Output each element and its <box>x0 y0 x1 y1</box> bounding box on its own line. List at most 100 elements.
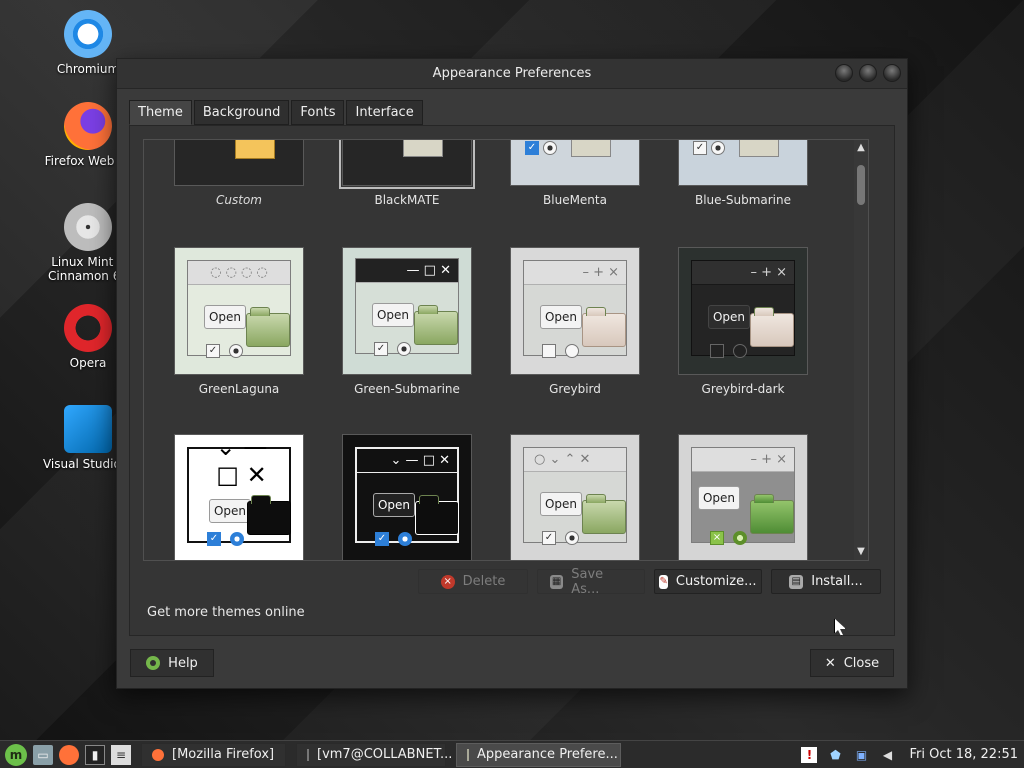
theme-name: Custom <box>216 193 262 207</box>
radio-icon <box>230 532 244 546</box>
theme-thumbnail <box>339 140 475 189</box>
theme-thumbnail: ✓ <box>678 140 808 186</box>
close-button[interactable]: ✕ Close <box>810 649 894 677</box>
install-button[interactable]: ▤ Install... <box>771 569 881 594</box>
scroll-up-icon[interactable]: ▲ <box>856 143 866 153</box>
theme-blackmate[interactable]: BlackMATE <box>339 140 475 207</box>
delete-icon: × <box>440 574 455 589</box>
theme-name: GreenLaguna <box>198 382 280 396</box>
save-as-button[interactable]: ▦ Save As... <box>537 566 645 597</box>
folder-icon <box>414 305 458 345</box>
minimize-button[interactable] <box>835 64 853 82</box>
theme-greenlaguna[interactable]: ◌ ◌ ◌ ◌ Open ✓ GreenLaguna <box>174 247 304 396</box>
get-more-themes-link[interactable]: Get more themes online <box>147 605 305 620</box>
delete-button[interactable]: × Delete <box>418 569 528 594</box>
theme-thumbnail: ⌄ — □ ✕ Open ✓ <box>342 434 472 560</box>
theme-thumbnail: ○ ⌄ ⌃ ✕ Open ✓ <box>510 434 640 560</box>
mini-window-preview: ◌ ◌ ◌ ◌ Open ✓ <box>187 260 291 358</box>
radio-icon <box>733 344 747 358</box>
scroll-down-icon[interactable]: ▼ <box>856 547 866 557</box>
theme-thumbnail: ✓ <box>510 140 640 186</box>
clock[interactable]: Fri Oct 18, 22:51 <box>909 747 1018 762</box>
theme-name: Greybird <box>549 382 601 396</box>
folder-icon <box>750 494 794 534</box>
volume-icon[interactable]: ◀ <box>879 747 895 763</box>
firefox-window-icon <box>152 748 164 761</box>
folder-icon <box>415 495 459 535</box>
preview-open-button: Open <box>698 486 740 510</box>
scrollbar-thumb[interactable] <box>857 165 865 205</box>
theme-greybird-dark[interactable]: – + × Open Greybird-dark <box>678 247 808 396</box>
task-appearance-preferences[interactable]: Appearance Prefere... <box>456 742 621 767</box>
update-alert-icon[interactable]: ! <box>801 746 818 763</box>
theme-green-submarine[interactable]: — □ ✕ Open ✓ Green-Submarine <box>342 247 472 396</box>
network-icon[interactable]: ▣ <box>853 747 869 763</box>
tab-background[interactable]: Background <box>193 100 290 125</box>
theme-high-contrast-inverse[interactable]: ⌄ — □ ✕ Open ✓ <box>342 434 472 560</box>
theme-grey-olive[interactable]: – + × Open × <box>678 434 808 560</box>
theme-list-scrollbar[interactable]: ▲ ▼ <box>854 140 868 560</box>
theme-bluementa[interactable]: ✓ BlueMenta <box>510 140 640 207</box>
mini-window-preview: – + × Open <box>691 260 795 358</box>
theme-name: BlackMATE <box>374 193 440 207</box>
theme-thumbnail: – + × Open × <box>678 434 808 560</box>
folder-icon <box>739 140 779 157</box>
mini-window-preview: — □ ✕ Open ✓ <box>355 258 459 356</box>
save-as-button-label: Save As... <box>571 566 604 597</box>
theme-thumbnail: – + × Open <box>678 247 808 375</box>
mini-window-preview: ⌄ — □ ✕ Open ✓ <box>187 435 291 546</box>
folder-icon <box>247 495 291 535</box>
shield-icon[interactable]: ⬟ <box>827 747 843 763</box>
preview-open-button: Open <box>204 305 246 329</box>
theme-light-round[interactable]: ○ ⌄ ⌃ ✕ Open ✓ <box>510 434 640 560</box>
maximize-button[interactable] <box>859 64 877 82</box>
task-terminal[interactable]: [vm7@COLLABNET... <box>296 742 452 767</box>
task-label: [Mozilla Firefox] <box>172 747 275 762</box>
radio-icon <box>733 531 747 545</box>
install-button-label: Install... <box>811 574 863 589</box>
checkbox-icon: ✓ <box>693 141 707 155</box>
tab-fonts[interactable]: Fonts <box>291 100 345 125</box>
help-icon <box>146 656 161 670</box>
delete-button-label: Delete <box>462 574 506 589</box>
radio-icon <box>543 141 557 155</box>
theme-list[interactable]: Custom BlackMATE ✓ BlueMenta ✓ Blue-Subm… <box>143 139 869 561</box>
theme-thumbnail <box>174 140 304 186</box>
window-titlebar[interactable]: Appearance Preferences <box>117 59 907 89</box>
mini-titlebar: – + × <box>692 448 794 472</box>
folder-icon <box>571 140 611 157</box>
mini-titlebar: ○ ⌄ ⌃ ✕ <box>524 448 626 472</box>
theme-name: Green-Submarine <box>354 382 460 396</box>
terminal-icon[interactable]: ▮ <box>85 744 105 765</box>
mini-window-preview: ○ ⌄ ⌃ ✕ Open ✓ <box>523 447 627 545</box>
tab-interface[interactable]: Interface <box>346 100 423 125</box>
radio-icon <box>229 344 243 358</box>
theme-high-contrast[interactable]: ⌄ — □ ✕ Open ✓ <box>174 434 304 560</box>
mini-titlebar: – + × <box>692 261 794 285</box>
close-icon: ✕ <box>824 655 836 671</box>
folder-icon <box>582 494 626 534</box>
firefox-taskbar-icon[interactable] <box>59 744 79 765</box>
tab-theme[interactable]: Theme <box>129 100 192 125</box>
mint-menu-icon[interactable]: m <box>5 743 27 766</box>
theme-greybird[interactable]: – + × Open Greybird <box>510 247 640 396</box>
folder-icon <box>235 140 275 159</box>
theme-custom[interactable]: Custom <box>174 140 304 207</box>
disc-icon <box>64 203 112 251</box>
opera-icon <box>64 304 112 352</box>
theme-thumbnail: ⌄ — □ ✕ Open ✓ <box>174 434 304 560</box>
help-button[interactable]: Help <box>130 649 214 677</box>
mini-window-preview: – + × Open <box>523 260 627 358</box>
close-window-button[interactable] <box>883 64 901 82</box>
task-firefox[interactable]: [Mozilla Firefox] <box>141 742 286 767</box>
theme-action-buttons: × Delete ▦ Save As... ✎ Customize... ▤ I… <box>418 566 881 597</box>
preview-open-button: Open <box>540 305 582 329</box>
customize-button[interactable]: ✎ Customize... <box>654 569 762 594</box>
checkbox-icon <box>710 344 724 358</box>
text-editor-icon[interactable]: ≡ <box>111 744 131 765</box>
checkbox-icon: ✓ <box>207 532 221 546</box>
theme-name: BlueMenta <box>543 193 607 207</box>
file-manager-icon[interactable]: ▭ <box>33 744 53 765</box>
vscode-icon <box>64 405 112 453</box>
theme-blue-submarine[interactable]: ✓ Blue-Submarine <box>678 140 808 207</box>
